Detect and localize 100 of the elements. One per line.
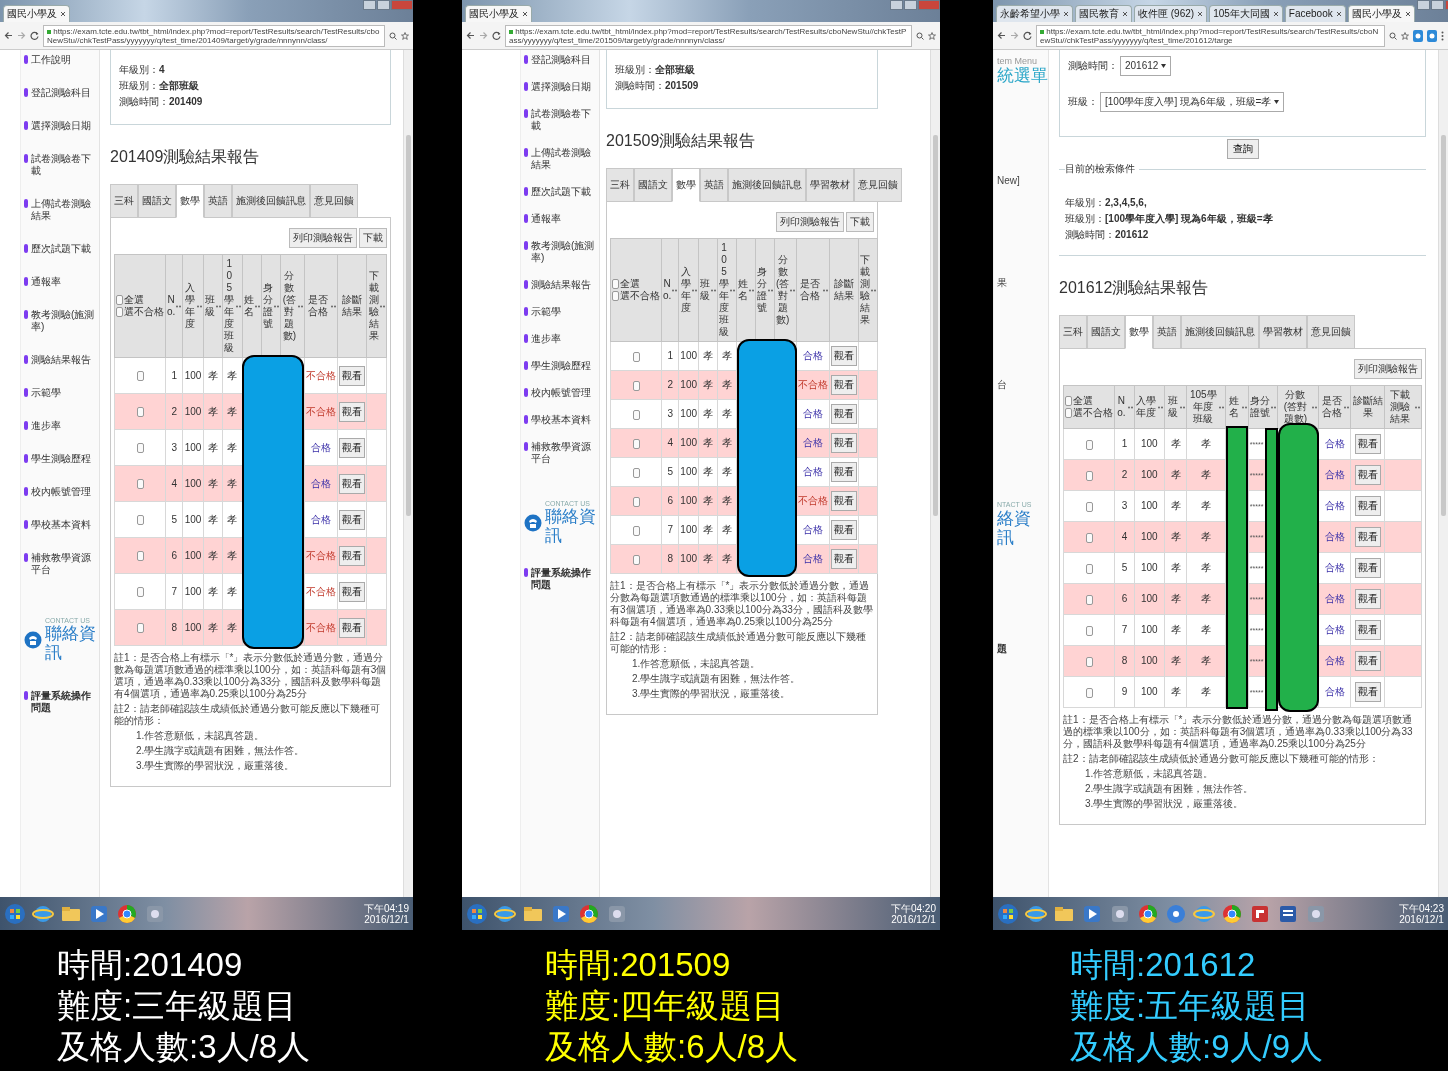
scrollbar[interactable] (930, 50, 940, 897)
row-checkbox[interactable] (1085, 687, 1093, 698)
maximize-button[interactable] (1430, 0, 1444, 10)
close-icon[interactable] (1335, 11, 1342, 17)
row-checkbox[interactable] (1085, 532, 1093, 543)
minimize-button[interactable] (890, 0, 903, 10)
back-icon[interactable] (997, 31, 1006, 40)
reload-icon[interactable] (492, 31, 501, 40)
subject-tab[interactable]: 學習教材 (1259, 315, 1307, 350)
view-button[interactable]: 觀看 (831, 520, 858, 541)
search-button[interactable]: 查詢 (1226, 139, 1259, 159)
row-checkbox[interactable] (1085, 656, 1093, 667)
maximize-button[interactable] (904, 0, 917, 10)
extension-icon[interactable] (1427, 29, 1437, 42)
sidebar-link[interactable]: 示範學 (24, 387, 96, 399)
action-button[interactable]: 下載 (846, 212, 874, 233)
row-checkbox[interactable] (136, 371, 144, 382)
subject-tab[interactable]: 英語 (700, 168, 728, 203)
subject-tab[interactable]: 國語文 (1087, 315, 1125, 350)
sidebar-link[interactable]: 教考測驗(施測率) (24, 309, 96, 333)
subject-tab[interactable]: 英語 (1153, 315, 1181, 350)
subject-tab[interactable]: 意見回饋 (1307, 315, 1355, 350)
class-select[interactable]: [100學年度入學] 現為6年級，班級=孝 (1100, 92, 1285, 112)
subject-tab[interactable]: 施測後回饋訊息 (1181, 315, 1259, 350)
close-icon[interactable] (1122, 11, 1128, 17)
select-all-checkbox[interactable]: 全選 (612, 278, 660, 291)
zoom-icon[interactable] (916, 31, 924, 40)
sidebar-link[interactable]: 試卷測驗卷下載 (524, 108, 596, 132)
view-button[interactable]: 觀看 (831, 346, 858, 367)
sidebar-link[interactable]: 補救教學資源平台 (24, 552, 96, 576)
row-checkbox[interactable] (632, 409, 640, 420)
view-button[interactable]: 觀看 (1354, 465, 1381, 486)
view-button[interactable]: 觀看 (831, 549, 858, 570)
zoom-icon[interactable] (389, 31, 397, 40)
sidebar-link[interactable]: 歷次試題下載 (524, 186, 596, 198)
view-button[interactable]: 觀看 (831, 462, 858, 483)
view-button[interactable]: 觀看 (831, 375, 858, 396)
minimize-button[interactable] (1416, 0, 1430, 10)
sidebar-link[interactable]: 教考測驗(施測率) (524, 240, 596, 264)
row-checkbox[interactable] (632, 525, 640, 536)
row-checkbox[interactable] (632, 380, 640, 391)
sidebar-link[interactable]: 學校基本資料 (524, 414, 596, 426)
url-field[interactable]: https://exam.tcte.edu.tw/tbt_html/index.php?mod=report/TestResults/search/TestResults/cboNewStu//chkTestPass/yyyyyyy/q/test_time/201612/targe (1036, 24, 1385, 47)
star-icon[interactable] (928, 31, 936, 40)
row-checkbox[interactable] (1085, 439, 1093, 450)
row-checkbox[interactable] (136, 443, 144, 454)
sidebar-link[interactable]: 進步率 (24, 420, 96, 432)
back-icon[interactable] (4, 31, 13, 40)
url-field[interactable]: https://exam.tcte.edu.tw/tbt_html/index.php?mod=report/TestResults/search/TestResults/cboNewStu//chkTestPass/yyyyyyy/q/test_time/201509/target/y/grade/nnnnyn/class/ (505, 24, 912, 47)
wheel-icon[interactable] (578, 902, 600, 925)
wheel-icon[interactable] (116, 902, 138, 925)
sidebar-link[interactable]: 校內帳號管理 (24, 486, 96, 498)
row-checkbox[interactable] (136, 551, 144, 562)
subject-tab[interactable]: 國語文 (138, 184, 176, 219)
time-select[interactable]: 201612 (1120, 56, 1172, 76)
row-checkbox[interactable] (632, 496, 640, 507)
minimize-button[interactable] (363, 0, 376, 10)
view-button[interactable]: 觀看 (338, 545, 365, 566)
browser-tab[interactable]: 收件匣 (962) (1134, 5, 1208, 22)
view-button[interactable]: 觀看 (338, 437, 365, 458)
action-button[interactable]: 下載 (359, 228, 387, 249)
menu-icon[interactable] (1441, 30, 1444, 41)
subject-tab[interactable]: 數學 (672, 168, 700, 203)
view-button[interactable]: 觀看 (338, 365, 365, 386)
sidebar-link[interactable]: 歷次試題下載 (24, 243, 96, 255)
disc-icon[interactable] (1165, 902, 1187, 925)
subject-tab[interactable]: 數學 (176, 184, 204, 219)
subject-tab[interactable]: 三科 (606, 168, 634, 203)
row-checkbox[interactable] (136, 587, 144, 598)
row-checkbox[interactable] (632, 467, 640, 478)
close-icon[interactable] (1197, 11, 1204, 17)
subject-tab[interactable]: 施測後回饋訊息 (232, 184, 310, 219)
select-all-checkbox[interactable]: 全選 (116, 294, 164, 307)
subject-tab[interactable]: 三科 (1059, 315, 1087, 350)
sidebar-link[interactable]: 補救教學資源平台 (524, 441, 596, 465)
view-button[interactable]: 觀看 (338, 617, 365, 638)
star-icon[interactable] (1401, 31, 1409, 40)
view-button[interactable]: 觀看 (1354, 527, 1381, 548)
sidebar-link[interactable]: 測驗結果報告 (524, 279, 596, 291)
select-failed-checkbox[interactable]: 選不合格 (116, 306, 164, 319)
sidebar-link[interactable]: 登記測驗科目 (524, 54, 596, 66)
start-orb-icon[interactable] (997, 902, 1019, 925)
sidebar-link[interactable]: 上傳試卷測驗結果 (524, 147, 596, 171)
view-button[interactable]: 觀看 (831, 433, 858, 454)
sidebar-link[interactable]: 示範學 (524, 306, 596, 318)
browser-tab[interactable]: 永齡希望小學 (996, 5, 1073, 22)
view-button[interactable]: 觀看 (1354, 496, 1381, 517)
maximize-button[interactable] (377, 0, 390, 10)
sidebar-link[interactable]: 工作說明 (24, 54, 96, 66)
view-button[interactable]: 觀看 (1354, 558, 1381, 579)
row-checkbox[interactable] (632, 351, 640, 362)
browser-tab[interactable]: 國民教育 (1075, 5, 1132, 22)
sidebar-link[interactable]: 進步率 (524, 333, 596, 345)
browser-tab[interactable]: Facebook (1284, 5, 1346, 22)
forward-icon[interactable] (17, 31, 26, 40)
subject-tab[interactable]: 國語文 (634, 168, 672, 203)
row-checkbox[interactable] (136, 623, 144, 634)
reload-icon[interactable] (1023, 31, 1032, 40)
reload-icon[interactable] (30, 31, 39, 40)
row-checkbox[interactable] (136, 479, 144, 490)
